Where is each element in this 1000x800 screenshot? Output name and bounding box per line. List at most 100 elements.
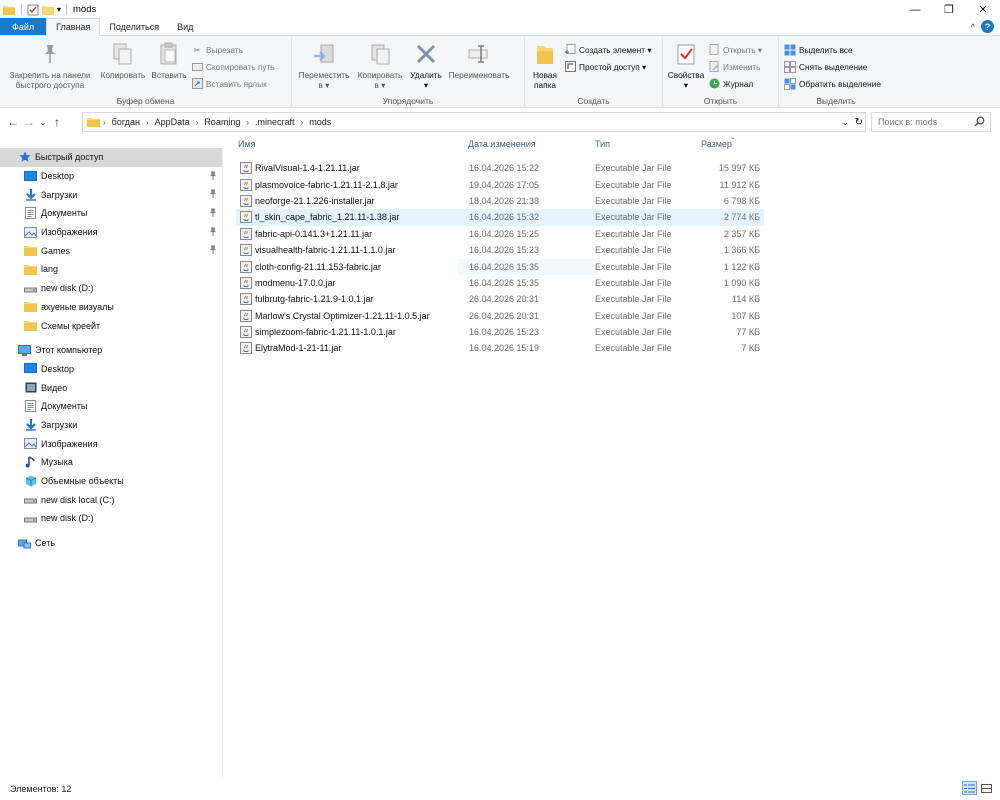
- file-name-cell[interactable]: RivalVisual-1.4-1.21.11.jar: [240, 162, 360, 175]
- breadcrumb-separator[interactable]: ›: [193, 118, 202, 127]
- quick-item-6[interactable]: new disk (D:): [0, 279, 222, 298]
- file-name-cell[interactable]: neoforge-21.1.226-installer.jar: [240, 194, 375, 207]
- file-row[interactable]: tl_skin_cape_fabric_1.21.11-1.38.jar 16.0…: [236, 209, 764, 226]
- up-button[interactable]: ↑: [49, 112, 65, 132]
- breadcrumb-bogdan[interactable]: богдан: [109, 117, 143, 127]
- file-row[interactable]: Marlow's Crystal Optimizer-1.21.11-1.0.5…: [236, 308, 764, 324]
- file-row[interactable]: fulbrutg-fabric-1.21.9-1.0.1.jar 26.04.20…: [236, 291, 764, 307]
- group-organize: Переместить в ▾ Копировать в ▾ Удалить ▾…: [292, 36, 525, 108]
- file-row[interactable]: fabric-api-0.141.3+1.21.11.jar 16.04.2026…: [236, 226, 764, 242]
- file-row[interactable]: neoforge-21.1.226-installer.jar 18.04.202…: [236, 193, 764, 209]
- file-name-cell[interactable]: tl_skin_cape_fabric_1.21.11-1.38.jar: [240, 211, 399, 224]
- file-row[interactable]: ElytraMod-1-21-11.jar 16.04.2026 15:19 Exe…: [236, 340, 764, 356]
- file-row[interactable]: cloth-config-21.11.153-fabric.jar 16.04.2…: [236, 258, 764, 275]
- file-row[interactable]: plasmovoice-fabric-1.21.11-2.1.8.jar 19.0…: [236, 176, 764, 192]
- pin-icon[interactable]: [209, 208, 217, 219]
- history-button[interactable]: Журнал: [708, 76, 762, 91]
- file-row[interactable]: RivalVisual-1.4-1.21.11.jar 16.04.2026 15…: [236, 160, 764, 176]
- address-dropdown-icon[interactable]: ⌄: [842, 118, 849, 127]
- easy-access-button[interactable]: Простой доступ ▾: [564, 59, 652, 74]
- breadcrumb-roaming[interactable]: Roaming: [201, 117, 243, 127]
- paste-shortcut-button[interactable]: Вставить ярлык: [191, 76, 275, 91]
- tab-share[interactable]: Поделиться: [100, 18, 168, 35]
- large-icons-view-button[interactable]: [979, 781, 994, 795]
- pin-icon[interactable]: [209, 171, 217, 182]
- quick-item-5[interactable]: lang: [0, 260, 222, 279]
- tab-file[interactable]: Файл: [0, 18, 47, 35]
- recent-locations-button[interactable]: ⌄: [37, 112, 49, 132]
- pc-item-3[interactable]: Загрузки: [0, 416, 222, 435]
- file-row[interactable]: simplezoom-fabric-1.21.11-1.0.1.jar 16.04…: [236, 324, 764, 340]
- pc-item-6[interactable]: Объемные объекты: [0, 472, 222, 491]
- breadcrumb-minecraft[interactable]: .minecraft: [252, 117, 298, 127]
- file-name-cell[interactable]: Marlow's Crystal Optimizer-1.21.11-1.0.5…: [240, 309, 430, 322]
- nav-this-pc[interactable]: Этот компьютер: [0, 341, 222, 360]
- edit-button[interactable]: Изменить: [708, 59, 762, 74]
- details-view-button[interactable]: [962, 781, 977, 795]
- column-header-date[interactable]: Дата изменения: [468, 139, 536, 149]
- pc-item-8[interactable]: new disk (D:): [0, 509, 222, 528]
- tab-home[interactable]: Главная: [46, 18, 101, 36]
- maximize-button[interactable]: ❐: [932, 0, 966, 19]
- cut-button[interactable]: ✂ Вырезать: [191, 42, 275, 57]
- nav-network[interactable]: Сеть: [0, 534, 222, 553]
- invert-selection-button[interactable]: Обратить выделение: [784, 76, 881, 91]
- file-name-cell[interactable]: visualhealth-fabric-1.21.11-1.1.0.jar: [240, 244, 395, 257]
- column-header-name[interactable]: Имя: [238, 139, 256, 149]
- file-name-cell[interactable]: cloth-config-21.11.153-fabric.jar: [240, 260, 381, 273]
- file-row[interactable]: modmenu-17.0.0.jar 16.04.2026 15:35 Execut…: [236, 275, 764, 291]
- tab-view[interactable]: Вид: [168, 18, 202, 35]
- search-placeholder: Поиск в: mods: [878, 117, 938, 127]
- file-name-cell[interactable]: fabric-api-0.141.3+1.21.11.jar: [240, 227, 372, 240]
- breadcrumb-separator[interactable]: ›: [243, 118, 252, 127]
- file-name-cell[interactable]: fulbrutg-fabric-1.21.9-1.0.1.jar: [240, 293, 374, 306]
- quick-item-2[interactable]: Документы: [0, 204, 222, 223]
- column-header-type[interactable]: Тип: [595, 139, 610, 149]
- quick-item-8[interactable]: Схемы креейт: [0, 316, 222, 335]
- open-button[interactable]: Открыть ▾: [708, 42, 762, 57]
- address-bar[interactable]: › богдан › AppData › Roaming › .minecraf…: [82, 112, 866, 132]
- quick-item-0[interactable]: Desktop: [0, 167, 222, 186]
- pc-item-0[interactable]: Desktop: [0, 360, 222, 379]
- nav-quick-access[interactable]: Быстрый доступ: [0, 148, 222, 167]
- file-name-cell[interactable]: modmenu-17.0.0.jar: [240, 276, 336, 289]
- pin-icon[interactable]: [209, 227, 217, 238]
- refresh-icon[interactable]: ↻: [855, 117, 863, 128]
- quick-item-7[interactable]: ахуеные визуалы: [0, 298, 222, 317]
- breadcrumb-appdata[interactable]: AppData: [152, 117, 193, 127]
- close-button[interactable]: ✕: [966, 0, 1000, 19]
- quick-item-4[interactable]: Games: [0, 241, 222, 260]
- select-none-button[interactable]: Снять выделение: [784, 59, 881, 74]
- pin-icon[interactable]: [209, 245, 217, 256]
- quick-item-3[interactable]: Изображения: [0, 223, 222, 242]
- file-row[interactable]: visualhealth-fabric-1.21.11-1.1.0.jar 16.…: [236, 242, 764, 258]
- quick-item-1[interactable]: Загрузки: [0, 185, 222, 204]
- file-name-cell[interactable]: simplezoom-fabric-1.21.11-1.0.1.jar: [240, 326, 396, 339]
- pin-icon[interactable]: [209, 189, 217, 200]
- new-folder-icon[interactable]: [42, 4, 54, 16]
- file-name-cell[interactable]: plasmovoice-fabric-1.21.11-2.1.8.jar: [240, 178, 398, 191]
- column-header-size[interactable]: Размер: [701, 139, 732, 149]
- breadcrumb-separator[interactable]: ›: [100, 118, 109, 127]
- search-icon[interactable]: [974, 116, 985, 127]
- help-icon[interactable]: ?: [981, 20, 994, 33]
- new-item-button[interactable]: Создать элемент ▾: [564, 42, 652, 57]
- search-box[interactable]: Поиск в: mods: [871, 112, 991, 132]
- select-all-button[interactable]: Выделить все: [784, 42, 881, 57]
- breadcrumb-mods[interactable]: mods: [306, 117, 334, 127]
- back-button[interactable]: ←: [5, 112, 21, 132]
- pc-item-4[interactable]: Изображения: [0, 434, 222, 453]
- properties-icon[interactable]: [27, 4, 39, 16]
- pc-item-7[interactable]: new disk local (C:): [0, 490, 222, 509]
- minimize-button[interactable]: —: [898, 0, 932, 19]
- collapse-ribbon-icon[interactable]: ^: [971, 22, 975, 32]
- pc-item-5[interactable]: Музыка: [0, 453, 222, 472]
- pc-item-1[interactable]: Видео: [0, 378, 222, 397]
- breadcrumb-separator[interactable]: ›: [298, 118, 307, 127]
- forward-button[interactable]: →: [21, 112, 37, 132]
- breadcrumb-separator[interactable]: ›: [143, 118, 152, 127]
- file-name-cell[interactable]: ElytraMod-1-21-11.jar: [240, 342, 341, 355]
- customize-toolbar-icon[interactable]: ▾: [57, 5, 61, 14]
- copy-path-button[interactable]: Скопировать путь: [191, 59, 275, 74]
- pc-item-2[interactable]: Документы: [0, 397, 222, 416]
